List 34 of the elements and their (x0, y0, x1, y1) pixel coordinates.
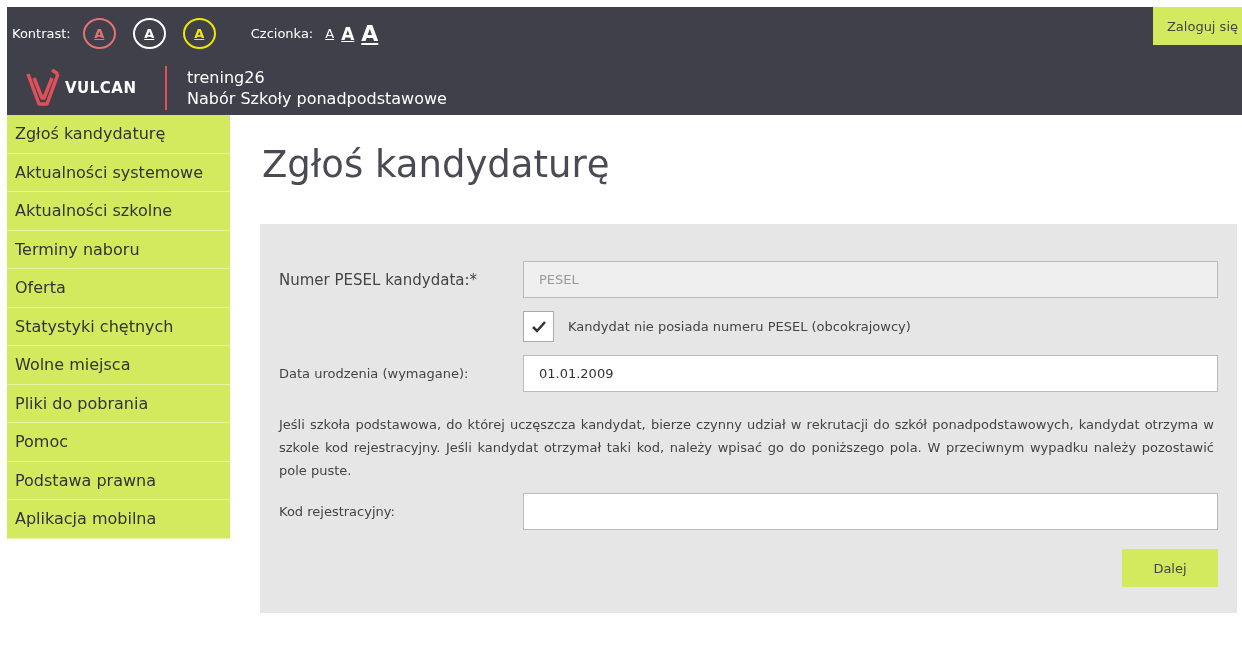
contrast-button[interactable]: A (132, 18, 166, 49)
sidebar-item[interactable]: Podstawa prawna (7, 461, 230, 500)
page-title: Zgłoś kandydaturę (262, 143, 611, 186)
app-subtitle: Nabór Szkoły ponadpodstawowe (187, 87, 447, 109)
contrast-label: Kontrast: (12, 26, 71, 41)
login-button[interactable]: Zaloguj się (1152, 7, 1242, 45)
field-label: Data urodzenia (wymagane): (279, 366, 470, 381)
next-button[interactable]: Dalej (1122, 549, 1218, 587)
sidebar-item[interactable]: Aplikacja mobilna (7, 500, 230, 539)
contrast-button[interactable]: A (182, 18, 216, 49)
sidebar-item[interactable]: Pliki do pobrania (7, 384, 230, 423)
sidebar-item[interactable]: Statystyki chętnych (7, 307, 230, 346)
sidebar-item[interactable]: Terminy naboru (7, 230, 230, 269)
sidebar-item[interactable]: Oferta (7, 269, 230, 308)
sidebar-item[interactable]: Aktualności szkolne (7, 192, 230, 231)
registration-code-field[interactable] (523, 493, 1218, 530)
font-size-label: Czcionka: (250, 26, 314, 41)
field-label: Numer PESEL kandydata:* (279, 270, 478, 289)
sidebar-item[interactable]: Zgłoś kandydaturę (7, 115, 230, 154)
checkmark-icon (531, 320, 546, 333)
birth-date-field[interactable]: 01.01.2009 (523, 355, 1218, 392)
field-label: Kod rejestracyjny: (279, 504, 396, 519)
info-text: Jeśli szkoła podstawowa, do której uczęszcza kandydat, bierze czynny udział w rekrutacji do szkół ponadpodstawowych, kandydat otrzyma w szkole kod rejestracyjny. Jeśli kandydat otrzymał taki kod, należy wpisać go do poniższego pola. W przeciwnym wypadku należy pozostawić pole puste. (279, 416, 1215, 480)
font-size-button[interactable]: A (341, 23, 355, 44)
font-size-button[interactable]: A (325, 26, 335, 41)
checkbox-label: Kandydat nie posiada numeru PESEL (obcokrajowcy) (568, 319, 911, 334)
sidebar-item[interactable]: Wolne miejsca (7, 346, 230, 385)
sidebar-item[interactable]: Pomoc (7, 423, 230, 462)
logo-icon (25, 67, 61, 108)
checkbox[interactable] (523, 311, 554, 342)
logo-text: VULCAN (65, 78, 137, 97)
instance-name: trening26 (187, 66, 266, 88)
font-size-button[interactable]: A (361, 21, 379, 46)
sidebar-item[interactable]: Aktualności systemowe (7, 153, 230, 192)
